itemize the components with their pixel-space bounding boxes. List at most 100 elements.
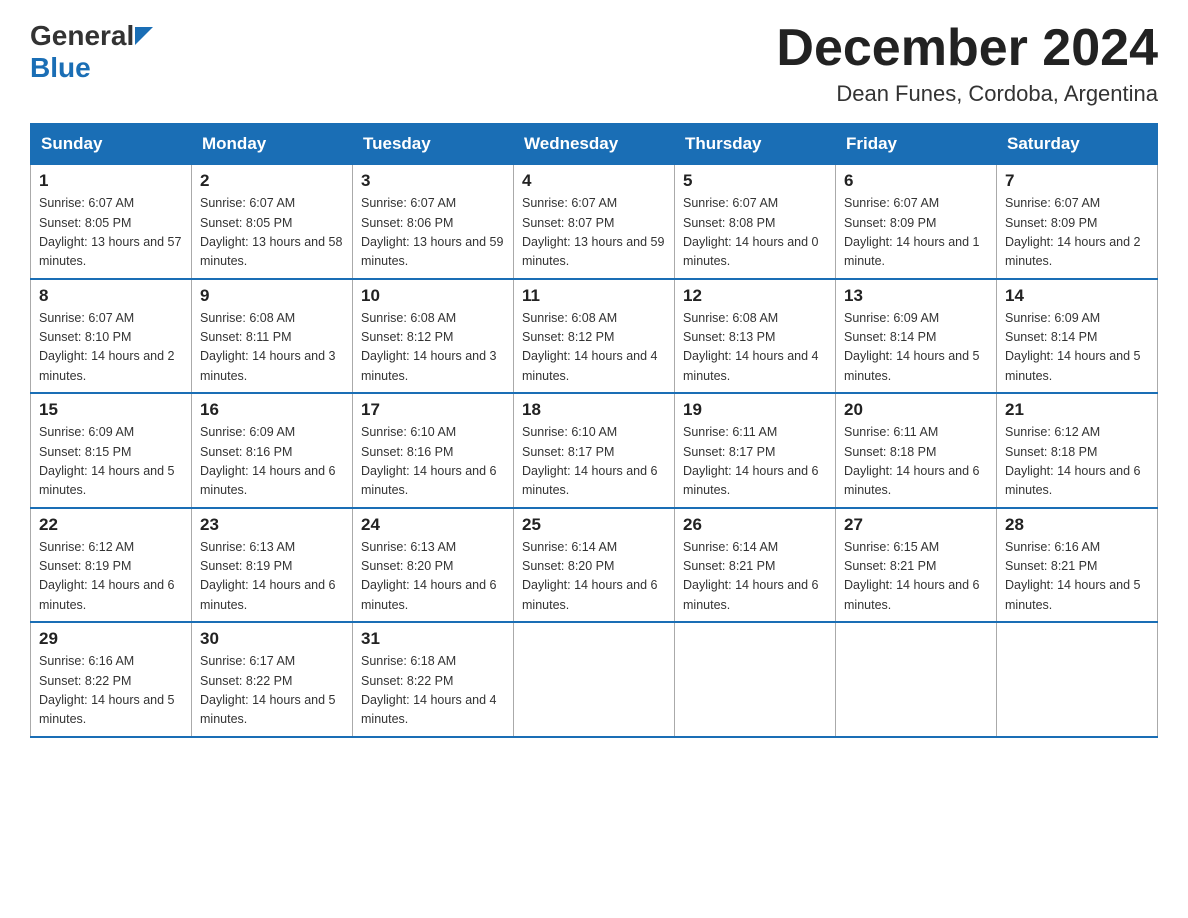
day-number: 18 (522, 400, 666, 420)
logo-general-text: General (30, 20, 134, 52)
day-info: Sunrise: 6:08 AMSunset: 8:11 PMDaylight:… (200, 309, 344, 387)
calendar-cell: 8 Sunrise: 6:07 AMSunset: 8:10 PMDaylight… (31, 279, 192, 394)
calendar-cell: 15 Sunrise: 6:09 AMSunset: 8:15 PMDayligh… (31, 393, 192, 508)
week-row-2: 8 Sunrise: 6:07 AMSunset: 8:10 PMDaylight… (31, 279, 1158, 394)
day-info: Sunrise: 6:09 AMSunset: 8:14 PMDaylight:… (1005, 309, 1149, 387)
day-info: Sunrise: 6:07 AMSunset: 8:06 PMDaylight:… (361, 194, 505, 272)
day-info: Sunrise: 6:12 AMSunset: 8:19 PMDaylight:… (39, 538, 183, 616)
calendar-cell (675, 622, 836, 737)
day-info: Sunrise: 6:07 AMSunset: 8:05 PMDaylight:… (200, 194, 344, 272)
calendar-cell: 13Sunrise: 6:09 AMSunset: 8:14 PMDayligh… (836, 279, 997, 394)
day-number: 24 (361, 515, 505, 535)
day-number: 8 (39, 286, 183, 306)
day-info: Sunrise: 6:09 AMSunset: 8:16 PMDaylight:… (200, 423, 344, 501)
calendar-cell: 4 Sunrise: 6:07 AMSunset: 8:07 PMDaylight… (514, 165, 675, 279)
day-number: 2 (200, 171, 344, 191)
calendar-cell (836, 622, 997, 737)
day-info: Sunrise: 6:10 AMSunset: 8:17 PMDaylight:… (522, 423, 666, 501)
day-number: 21 (1005, 400, 1149, 420)
day-number: 25 (522, 515, 666, 535)
calendar-cell: 28Sunrise: 6:16 AMSunset: 8:21 PMDayligh… (997, 508, 1158, 623)
day-number: 16 (200, 400, 344, 420)
day-number: 5 (683, 171, 827, 191)
calendar-cell: 5 Sunrise: 6:07 AMSunset: 8:08 PMDaylight… (675, 165, 836, 279)
calendar-cell: 24 Sunrise: 6:13 AMSunset: 8:20 PMDayligh… (353, 508, 514, 623)
calendar-cell: 25 Sunrise: 6:14 AMSunset: 8:20 PMDayligh… (514, 508, 675, 623)
day-info: Sunrise: 6:10 AMSunset: 8:16 PMDaylight:… (361, 423, 505, 501)
day-header-wednesday: Wednesday (514, 124, 675, 165)
calendar-cell: 27 Sunrise: 6:15 AMSunset: 8:21 PMDayligh… (836, 508, 997, 623)
calendar-cell: 2 Sunrise: 6:07 AMSunset: 8:05 PMDaylight… (192, 165, 353, 279)
day-number: 26 (683, 515, 827, 535)
day-number: 3 (361, 171, 505, 191)
calendar-cell: 30Sunrise: 6:17 AMSunset: 8:22 PMDayligh… (192, 622, 353, 737)
day-info: Sunrise: 6:09 AMSunset: 8:14 PMDaylight:… (844, 309, 988, 387)
day-number: 27 (844, 515, 988, 535)
calendar-cell: 19 Sunrise: 6:11 AMSunset: 8:17 PMDayligh… (675, 393, 836, 508)
day-number: 9 (200, 286, 344, 306)
week-row-3: 15 Sunrise: 6:09 AMSunset: 8:15 PMDayligh… (31, 393, 1158, 508)
calendar-cell (997, 622, 1158, 737)
day-info: Sunrise: 6:09 AMSunset: 8:15 PMDaylight:… (39, 423, 183, 501)
day-info: Sunrise: 6:13 AMSunset: 8:19 PMDaylight:… (200, 538, 344, 616)
day-header-tuesday: Tuesday (353, 124, 514, 165)
logo-triangle-icon (135, 27, 153, 45)
day-number: 23 (200, 515, 344, 535)
title-section: December 2024 Dean Funes, Cordoba, Argen… (776, 20, 1158, 107)
day-number: 31 (361, 629, 505, 649)
day-info: Sunrise: 6:07 AMSunset: 8:08 PMDaylight:… (683, 194, 827, 272)
day-number: 15 (39, 400, 183, 420)
day-header-monday: Monday (192, 124, 353, 165)
day-header-saturday: Saturday (997, 124, 1158, 165)
day-info: Sunrise: 6:07 AMSunset: 8:07 PMDaylight:… (522, 194, 666, 272)
calendar-title: December 2024 (776, 20, 1158, 77)
logo-blue-text: Blue (30, 52, 91, 83)
day-number: 11 (522, 286, 666, 306)
day-number: 22 (39, 515, 183, 535)
calendar-table: SundayMondayTuesdayWednesdayThursdayFrid… (30, 123, 1158, 738)
day-number: 10 (361, 286, 505, 306)
day-header-sunday: Sunday (31, 124, 192, 165)
calendar-cell: 17 Sunrise: 6:10 AMSunset: 8:16 PMDayligh… (353, 393, 514, 508)
week-row-5: 29Sunrise: 6:16 AMSunset: 8:22 PMDayligh… (31, 622, 1158, 737)
day-number: 20 (844, 400, 988, 420)
day-info: Sunrise: 6:07 AMSunset: 8:09 PMDaylight:… (1005, 194, 1149, 272)
calendar-cell: 14 Sunrise: 6:09 AMSunset: 8:14 PMDayligh… (997, 279, 1158, 394)
days-header-row: SundayMondayTuesdayWednesdayThursdayFrid… (31, 124, 1158, 165)
day-number: 19 (683, 400, 827, 420)
day-number: 4 (522, 171, 666, 191)
calendar-cell: 16 Sunrise: 6:09 AMSunset: 8:16 PMDayligh… (192, 393, 353, 508)
day-info: Sunrise: 6:13 AMSunset: 8:20 PMDaylight:… (361, 538, 505, 616)
day-number: 14 (1005, 286, 1149, 306)
day-info: Sunrise: 6:15 AMSunset: 8:21 PMDaylight:… (844, 538, 988, 616)
calendar-cell: 23 Sunrise: 6:13 AMSunset: 8:19 PMDayligh… (192, 508, 353, 623)
day-number: 7 (1005, 171, 1149, 191)
calendar-cell: 18 Sunrise: 6:10 AMSunset: 8:17 PMDayligh… (514, 393, 675, 508)
day-info: Sunrise: 6:17 AMSunset: 8:22 PMDaylight:… (200, 652, 344, 730)
day-info: Sunrise: 6:16 AMSunset: 8:21 PMDaylight:… (1005, 538, 1149, 616)
calendar-cell: 29Sunrise: 6:16 AMSunset: 8:22 PMDayligh… (31, 622, 192, 737)
calendar-cell: 6 Sunrise: 6:07 AMSunset: 8:09 PMDaylight… (836, 165, 997, 279)
day-info: Sunrise: 6:08 AMSunset: 8:13 PMDaylight:… (683, 309, 827, 387)
calendar-cell: 20Sunrise: 6:11 AMSunset: 8:18 PMDayligh… (836, 393, 997, 508)
calendar-cell: 1Sunrise: 6:07 AMSunset: 8:05 PMDaylight… (31, 165, 192, 279)
day-info: Sunrise: 6:07 AMSunset: 8:10 PMDaylight:… (39, 309, 183, 387)
calendar-cell: 3 Sunrise: 6:07 AMSunset: 8:06 PMDaylight… (353, 165, 514, 279)
day-info: Sunrise: 6:14 AMSunset: 8:20 PMDaylight:… (522, 538, 666, 616)
page-header: General Blue December 2024 Dean Funes, C… (30, 20, 1158, 107)
calendar-cell: 10 Sunrise: 6:08 AMSunset: 8:12 PMDayligh… (353, 279, 514, 394)
day-number: 6 (844, 171, 988, 191)
day-info: Sunrise: 6:07 AMSunset: 8:05 PMDaylight:… (39, 194, 183, 272)
calendar-cell: 9 Sunrise: 6:08 AMSunset: 8:11 PMDaylight… (192, 279, 353, 394)
calendar-cell: 26Sunrise: 6:14 AMSunset: 8:21 PMDayligh… (675, 508, 836, 623)
calendar-cell: 31Sunrise: 6:18 AMSunset: 8:22 PMDayligh… (353, 622, 514, 737)
calendar-cell: 22 Sunrise: 6:12 AMSunset: 8:19 PMDayligh… (31, 508, 192, 623)
calendar-cell: 7 Sunrise: 6:07 AMSunset: 8:09 PMDaylight… (997, 165, 1158, 279)
day-info: Sunrise: 6:11 AMSunset: 8:17 PMDaylight:… (683, 423, 827, 501)
day-info: Sunrise: 6:08 AMSunset: 8:12 PMDaylight:… (361, 309, 505, 387)
calendar-cell (514, 622, 675, 737)
day-info: Sunrise: 6:07 AMSunset: 8:09 PMDaylight:… (844, 194, 988, 272)
day-number: 12 (683, 286, 827, 306)
day-number: 17 (361, 400, 505, 420)
week-row-4: 22 Sunrise: 6:12 AMSunset: 8:19 PMDayligh… (31, 508, 1158, 623)
